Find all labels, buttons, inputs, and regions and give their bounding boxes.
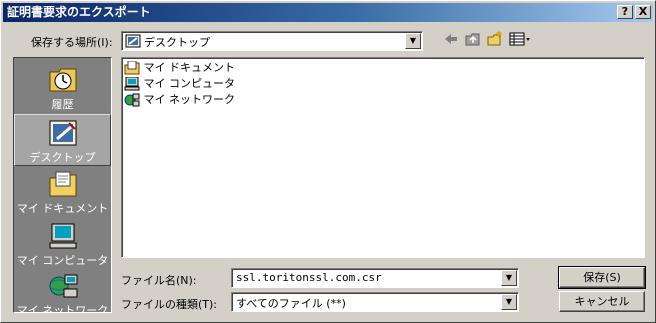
places-bar: 履歴 デスクトップ マイ ドキュメント マイ コンピュータ マイ ネットワーク xyxy=(13,57,112,313)
documents-icon xyxy=(124,60,140,75)
place-label: マイ ドキュメント xyxy=(16,202,109,215)
desktop-icon xyxy=(125,34,141,48)
file-list[interactable]: マイ ドキュメント マイ コンピュータ マイ ネットワーク xyxy=(121,57,645,258)
filename-value: ssl.toritonssl.com.csr xyxy=(236,271,382,284)
file-name: マイ ネットワーク xyxy=(143,93,236,106)
file-name: マイ ドキュメント xyxy=(143,61,236,74)
place-label: マイ コンピュータ xyxy=(16,254,109,267)
place-label: デスクトップ xyxy=(29,151,96,164)
file-name: マイ コンピュータ xyxy=(143,77,236,90)
place-label: マイ ネットワーク xyxy=(16,304,109,313)
new-folder-icon[interactable] xyxy=(487,31,503,47)
title-bar: 証明書要求のエクスポート xyxy=(3,3,653,22)
filetype-value: すべてのファイル (**) xyxy=(236,297,346,310)
chevron-down-icon[interactable]: ▼ xyxy=(405,33,421,49)
place-my-computer[interactable]: マイ コンピュータ xyxy=(14,218,111,270)
desktop-icon xyxy=(49,120,76,146)
filename-input[interactable]: ssl.toritonssl.com.csr ▼ xyxy=(231,268,519,288)
place-my-network[interactable]: マイ ネットワーク xyxy=(14,268,111,313)
place-history[interactable]: 履歴 xyxy=(14,62,111,114)
view-menu-icon[interactable] xyxy=(509,31,531,47)
network-icon xyxy=(49,274,77,298)
location-value: デスクトップ xyxy=(144,36,210,49)
place-label: 履歴 xyxy=(51,98,74,111)
up-folder-icon[interactable] xyxy=(465,31,481,47)
list-item[interactable]: マイ ネットワーク xyxy=(124,92,235,108)
place-desktop[interactable]: デスクトップ xyxy=(14,114,111,166)
list-item[interactable]: マイ ドキュメント xyxy=(124,60,235,76)
chevron-down-icon[interactable]: ▼ xyxy=(501,294,517,310)
location-label: 保存する場所(I): xyxy=(31,36,113,49)
save-dialog: 証明書要求のエクスポート ? X 保存する場所(I): デスクトップ ▼ 履歴 … xyxy=(0,0,656,323)
chevron-down-icon[interactable]: ▼ xyxy=(501,270,517,286)
computer-icon xyxy=(124,76,140,91)
close-button[interactable]: X xyxy=(635,5,651,19)
save-button[interactable]: 保存(S) xyxy=(558,266,646,289)
window-title: 証明書要求のエクスポート xyxy=(7,5,151,19)
network-icon xyxy=(124,93,140,107)
filetype-select[interactable]: すべてのファイル (**) ▼ xyxy=(231,292,519,312)
place-my-documents[interactable]: マイ ドキュメント xyxy=(14,166,111,218)
cancel-button[interactable]: キャンセル xyxy=(559,291,645,312)
list-item[interactable]: マイ コンピュータ xyxy=(124,76,235,92)
help-button[interactable]: ? xyxy=(617,5,633,19)
computer-icon xyxy=(49,223,76,249)
location-combo[interactable]: デスクトップ ▼ xyxy=(121,31,423,51)
filetype-label: ファイルの種類(T): xyxy=(121,298,218,311)
documents-icon xyxy=(49,171,76,197)
back-icon[interactable] xyxy=(443,31,459,47)
history-icon xyxy=(49,68,76,92)
filename-label: ファイル名(N): xyxy=(121,274,197,287)
